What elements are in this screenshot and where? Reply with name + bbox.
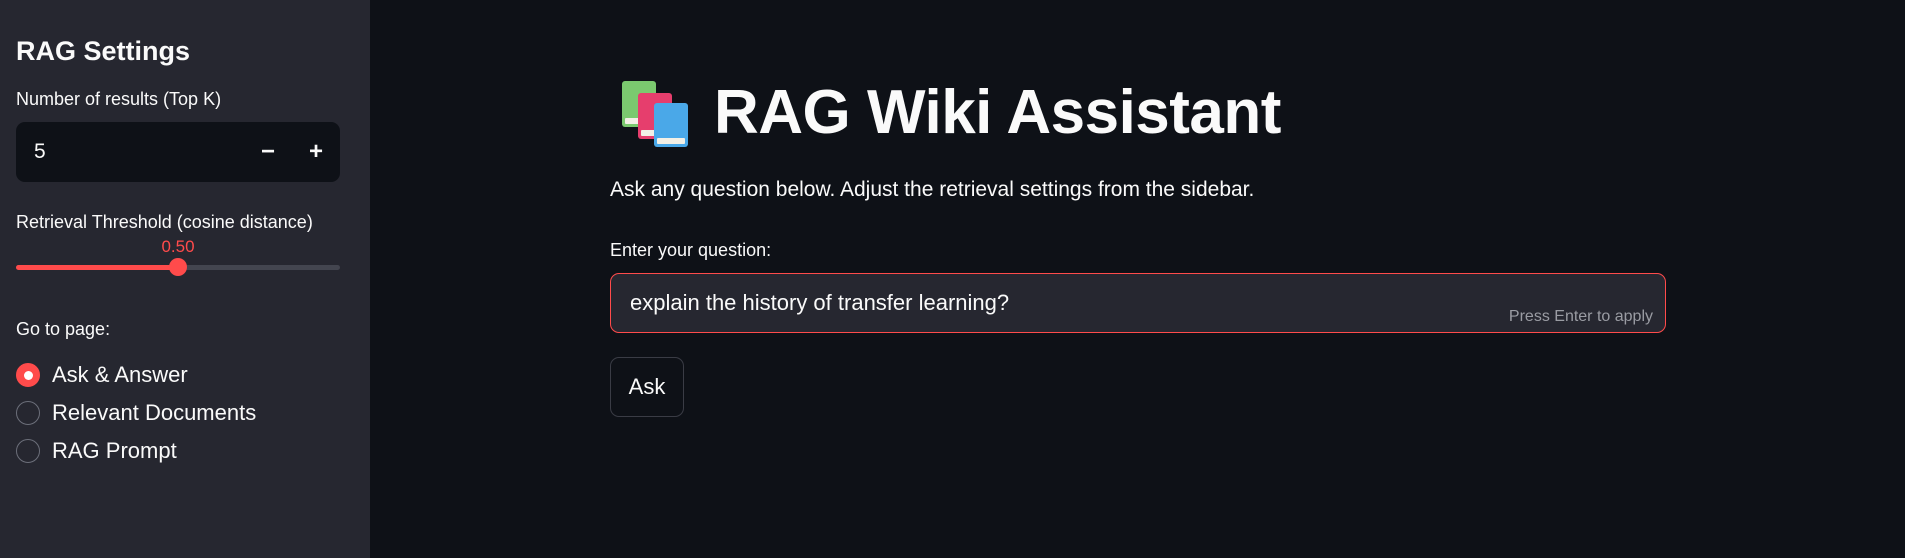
page-subtitle: Ask any question below. Adjust the retri… bbox=[610, 178, 1255, 201]
decrement-button[interactable]: − bbox=[244, 122, 292, 182]
threshold-slider[interactable]: 0.50 bbox=[16, 237, 340, 277]
sidebar-title: RAG Settings bbox=[16, 36, 191, 66]
books-icon bbox=[622, 77, 698, 147]
question-input[interactable]: explain the history of transfer learning… bbox=[610, 273, 1666, 333]
top-k-input[interactable]: 5 − + bbox=[16, 122, 340, 182]
title-row: RAG Wiki Assistant bbox=[610, 72, 1666, 152]
radio-button-icon[interactable] bbox=[16, 401, 40, 425]
main-content: RAG Wiki Assistant Ask any question belo… bbox=[610, 0, 1666, 417]
radio-button-icon[interactable] bbox=[16, 439, 40, 463]
slider-track[interactable] bbox=[16, 258, 340, 276]
goto-label: Go to page: bbox=[16, 319, 111, 339]
radio-ask-answer[interactable]: Ask & Answer bbox=[16, 356, 354, 394]
increment-button[interactable]: + bbox=[292, 122, 340, 182]
question-value[interactable]: explain the history of transfer learning… bbox=[630, 290, 1009, 316]
radio-button-icon[interactable] bbox=[16, 363, 40, 387]
radio-relevant-documents[interactable]: Relevant Documents bbox=[16, 394, 354, 432]
page-radio-group: Ask & Answer Relevant Documents RAG Prom… bbox=[16, 356, 354, 470]
top-k-value[interactable]: 5 bbox=[34, 140, 244, 164]
radio-rag-prompt[interactable]: RAG Prompt bbox=[16, 432, 354, 470]
page-title: RAG Wiki Assistant bbox=[714, 77, 1281, 147]
sidebar: RAG Settings Number of results (Top K) 5… bbox=[0, 0, 370, 558]
radio-label: RAG Prompt bbox=[52, 438, 177, 463]
radio-label: Relevant Documents bbox=[52, 400, 257, 425]
threshold-value: 0.50 bbox=[161, 237, 195, 256]
top-k-label: Number of results (Top K) bbox=[16, 89, 222, 109]
slider-fill bbox=[16, 265, 178, 270]
threshold-label: Retrieval Threshold (cosine distance) bbox=[16, 212, 313, 232]
ask-button[interactable]: Ask bbox=[610, 357, 684, 417]
slider-thumb[interactable] bbox=[169, 258, 187, 276]
question-label: Enter your question: bbox=[610, 240, 772, 260]
input-hint: Press Enter to apply bbox=[1508, 308, 1653, 325]
radio-label: Ask & Answer bbox=[52, 362, 188, 387]
